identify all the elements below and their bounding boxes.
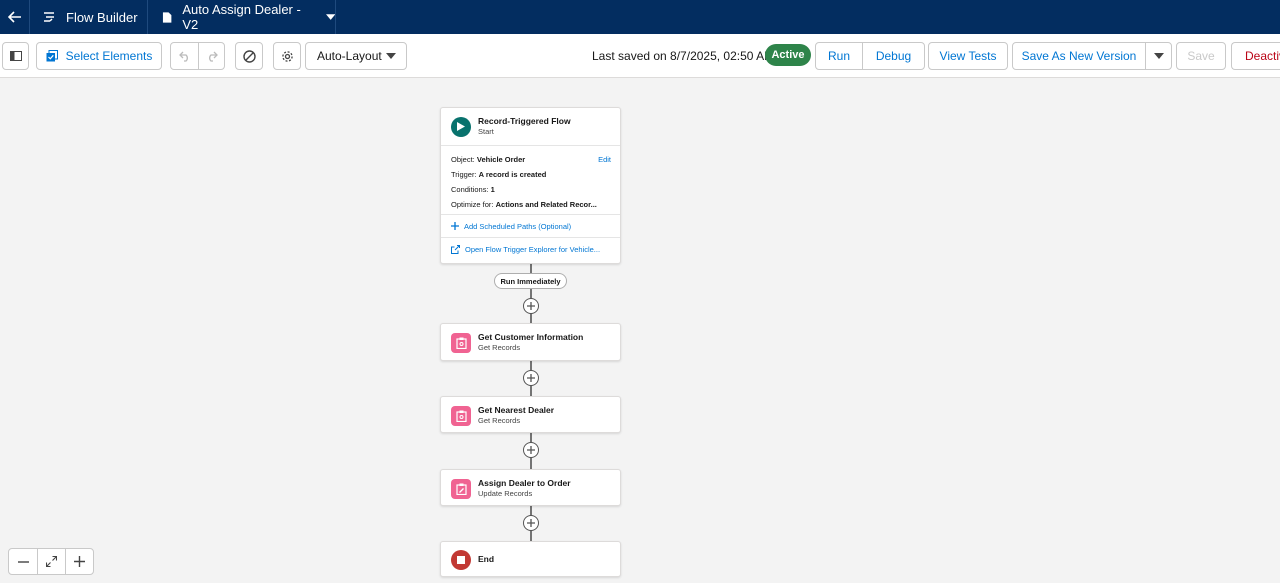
save-as-new-version-button[interactable]: Save As New Version	[1013, 43, 1145, 69]
file-tab[interactable]: Auto Assign Dealer - V2	[148, 0, 336, 34]
object-row: Object: Vehicle Order	[451, 155, 526, 164]
trigger-value: A record is created	[478, 170, 547, 179]
undo-redo-group	[170, 42, 225, 70]
select-icon	[46, 50, 58, 62]
edit-start-link[interactable]: Edit	[598, 152, 611, 167]
element-title: Get Nearest Dealer	[478, 405, 555, 415]
start-node-subtitle: Start	[478, 127, 494, 136]
conditions-value: 1	[490, 185, 495, 194]
element-title: Assign Dealer to Order	[478, 478, 571, 488]
back-button[interactable]	[0, 0, 30, 34]
open-trigger-explorer-link[interactable]: Open Flow Trigger Explorer for Vehicle..…	[441, 237, 620, 260]
element-type: Update Records	[478, 489, 533, 498]
plus-icon	[527, 374, 535, 382]
select-elements-label: Select Elements	[65, 49, 153, 63]
document-icon	[162, 11, 172, 23]
get-records-icon	[451, 405, 471, 426]
element-type: Get Records	[478, 416, 521, 425]
chevron-down-icon	[1153, 53, 1164, 59]
save-menu-button[interactable]	[1145, 43, 1171, 69]
end-node-title: End	[478, 554, 495, 564]
panel-icon	[9, 51, 22, 61]
flow-icon	[44, 12, 54, 22]
start-node-header: Record-Triggered Flow Start	[441, 108, 620, 145]
end-node[interactable]: End	[440, 541, 621, 577]
add-element-button[interactable]	[523, 370, 539, 386]
start-node-details: Object: Vehicle Order Edit Trigger: A re…	[441, 145, 620, 214]
plus-icon	[527, 302, 535, 310]
last-saved-text: Last saved on 8/7/2025, 02:50 AM	[592, 49, 775, 63]
trigger-row: Trigger: A record is created	[451, 170, 547, 179]
add-scheduled-paths-link[interactable]: Add Scheduled Paths (Optional)	[441, 214, 620, 237]
undo-icon	[178, 51, 188, 62]
layout-mode-select[interactable]: Auto-Layout	[305, 42, 407, 70]
select-elements-button[interactable]: Select Elements	[36, 42, 162, 70]
minus-icon	[17, 560, 29, 563]
chevron-down-icon	[386, 53, 396, 59]
run-button[interactable]: Run	[816, 43, 862, 69]
fit-view-button[interactable]	[37, 549, 65, 574]
file-name: Auto Assign Dealer - V2	[182, 2, 301, 32]
redo-button[interactable]	[198, 43, 224, 69]
app-tab[interactable]: Flow Builder	[30, 0, 148, 34]
error-check-button[interactable]	[235, 42, 263, 70]
app-name: Flow Builder	[66, 9, 138, 25]
zoom-out-button[interactable]	[9, 549, 37, 574]
new-window-icon	[451, 244, 460, 254]
plus-icon	[527, 519, 535, 527]
settings-button[interactable]	[273, 42, 301, 70]
element-title: Get Customer Information	[478, 332, 584, 342]
play-icon	[451, 116, 471, 137]
update-records-icon	[451, 478, 471, 499]
debug-button[interactable]: Debug	[862, 43, 924, 69]
add-element-button[interactable]	[523, 298, 539, 314]
view-tests-button[interactable]: View Tests	[928, 42, 1008, 70]
stop-icon	[451, 549, 471, 570]
flow-element-node[interactable]: Assign Dealer to Order Update Records	[440, 469, 621, 506]
path-label: Run Immediately	[494, 273, 567, 289]
layout-mode-value: Auto-Layout	[317, 49, 382, 63]
get-records-icon	[451, 332, 471, 353]
add-element-button[interactable]	[523, 515, 539, 531]
status-badge: Active	[765, 44, 811, 66]
zoom-in-button[interactable]	[65, 549, 93, 574]
chevron-down-icon[interactable]	[325, 13, 336, 21]
app-header: Flow Builder Auto Assign Dealer - V2	[0, 0, 1280, 34]
toggle-panel-button[interactable]	[2, 42, 29, 70]
conditions-row: Conditions: 1	[451, 185, 495, 194]
gear-icon	[281, 50, 293, 62]
optimize-value: Actions and Related Recor...	[495, 200, 597, 209]
start-node[interactable]: Record-Triggered Flow Start Object: Vehi…	[440, 107, 621, 264]
zoom-controls	[8, 548, 94, 575]
add-element-button[interactable]	[523, 442, 539, 458]
optimize-row: Optimize for: Actions and Related Recor.…	[451, 200, 597, 209]
element-type: Get Records	[478, 343, 521, 352]
add-icon	[451, 222, 459, 230]
plus-icon	[527, 446, 535, 454]
connector-line	[530, 263, 532, 323]
flow-element-node[interactable]: Get Nearest Dealer Get Records	[440, 396, 621, 433]
flow-element-node[interactable]: Get Customer Information Get Records	[440, 323, 621, 361]
save-button[interactable]: Save	[1176, 42, 1226, 70]
arrow-left-icon	[7, 11, 21, 23]
start-node-title: Record-Triggered Flow	[478, 116, 571, 126]
block-icon	[242, 49, 256, 63]
plus-icon	[74, 556, 85, 567]
flow-canvas[interactable]: Record-Triggered Flow Start Object: Vehi…	[0, 78, 1280, 583]
redo-icon	[208, 51, 218, 62]
expand-icon	[46, 556, 57, 567]
deactivate-button[interactable]: Deactiv	[1231, 42, 1280, 70]
run-debug-group: Run Debug	[815, 42, 925, 70]
save-version-group: Save As New Version	[1012, 42, 1172, 70]
undo-button[interactable]	[171, 43, 198, 69]
object-value: Vehicle Order	[476, 155, 526, 164]
toolbar: Select Elements Auto-Layout Last saved o…	[0, 34, 1280, 78]
